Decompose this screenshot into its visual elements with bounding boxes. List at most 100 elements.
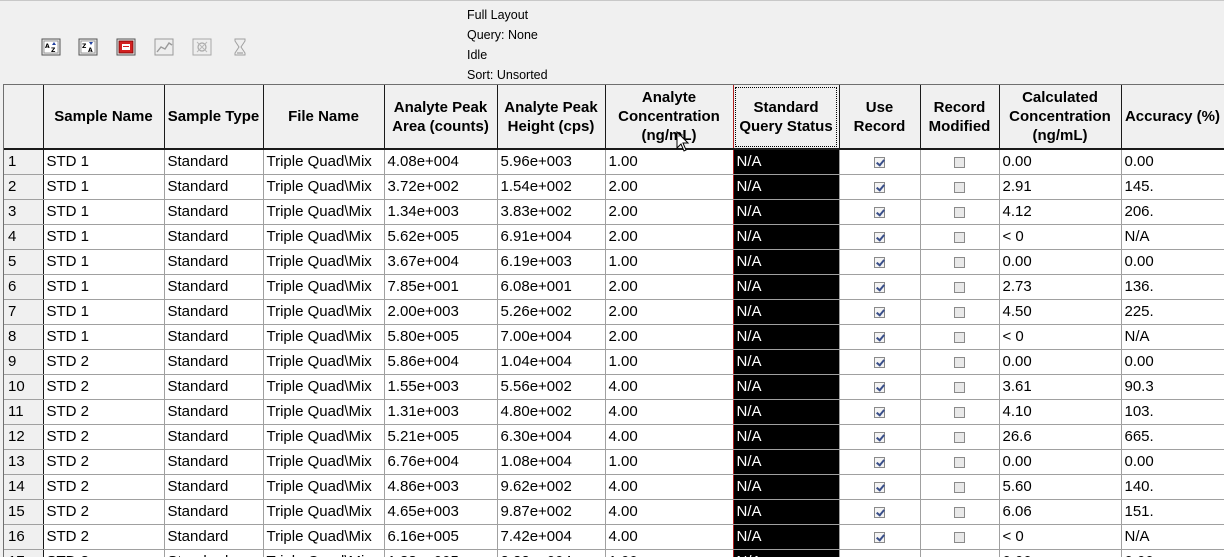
cell-calculated-concentration[interactable]: 4.12 [999, 199, 1122, 225]
cell-analyte-concentration[interactable]: 4.00 [605, 399, 734, 425]
cell-calculated-concentration[interactable]: 0.00 [999, 549, 1122, 557]
cell-peak-area[interactable]: 3.67e+004 [384, 249, 498, 275]
row-number[interactable]: 16 [4, 524, 44, 550]
cell-peak-height[interactable]: 6.08e+001 [497, 274, 606, 300]
header-standard-query-status[interactable]: Standard Query Status [733, 85, 840, 150]
cell-peak-height[interactable]: 5.56e+002 [497, 374, 606, 400]
cell-analyte-concentration[interactable]: 4.00 [605, 474, 734, 500]
cell-peak-area[interactable]: 1.38e+005 [384, 549, 498, 557]
cell-sample-type[interactable]: Standard [164, 174, 264, 200]
cell-file-name[interactable]: Triple Quad\Mix [263, 499, 385, 525]
cell-calculated-concentration[interactable]: < 0 [999, 324, 1122, 350]
cell-analyte-concentration[interactable]: 1.00 [605, 349, 734, 375]
cell-sample-type[interactable]: Standard [164, 474, 264, 500]
table-row[interactable]: 5 STD 1 Standard Triple Quad\Mix 3.67e+004 6.… [4, 249, 1224, 275]
cell-standard-query-status[interactable]: N/A [733, 399, 840, 425]
cell-accuracy[interactable]: N/A [1121, 324, 1224, 350]
cell-peak-area[interactable]: 5.21e+005 [384, 424, 498, 450]
header-calculated-concentration[interactable]: Calculated Concentration (ng/mL) [999, 85, 1122, 150]
cell-sample-type[interactable]: Standard [164, 499, 264, 525]
table-row[interactable]: 10 STD 2 Standard Triple Quad\Mix 1.55e+003 5… [4, 374, 1224, 400]
cell-sample-type[interactable]: Standard [164, 324, 264, 350]
row-number[interactable]: 11 [4, 399, 44, 425]
use-record-checkbox[interactable] [874, 181, 885, 193]
record-modified-checkbox[interactable] [954, 506, 965, 518]
cell-accuracy[interactable]: 0.00 [1121, 349, 1224, 375]
cell-accuracy[interactable]: 136. [1121, 274, 1224, 300]
header-file-name[interactable]: File Name [263, 85, 385, 150]
table-row[interactable]: 3 STD 1 Standard Triple Quad\Mix 1.34e+003 3.… [4, 199, 1224, 225]
use-record-checkbox[interactable] [874, 156, 885, 168]
cell-analyte-concentration[interactable]: 4.00 [605, 424, 734, 450]
cell-peak-area[interactable]: 6.16e+005 [384, 524, 498, 550]
cell-peak-height[interactable]: 6.30e+004 [497, 424, 606, 450]
cell-analyte-concentration[interactable]: 2.00 [605, 324, 734, 350]
cell-accuracy[interactable]: N/A [1121, 524, 1224, 550]
row-number[interactable]: 14 [4, 474, 44, 500]
sort-descending-icon[interactable]: Z A [77, 36, 99, 58]
cell-peak-height[interactable]: 1.54e+002 [497, 174, 606, 200]
cell-file-name[interactable]: Triple Quad\Mix [263, 374, 385, 400]
row-number[interactable]: 1 [4, 149, 44, 175]
cell-peak-height[interactable]: 6.91e+004 [497, 224, 606, 250]
row-number[interactable]: 10 [4, 374, 44, 400]
row-number[interactable]: 7 [4, 299, 44, 325]
report-icon[interactable] [115, 36, 137, 58]
cell-sample-name[interactable]: STD 2 [43, 349, 165, 375]
cell-sample-type[interactable]: Standard [164, 549, 264, 557]
cell-accuracy[interactable]: 225. [1121, 299, 1224, 325]
cell-sample-type[interactable]: Standard [164, 399, 264, 425]
cell-accuracy[interactable]: N/A [1121, 224, 1224, 250]
use-record-checkbox[interactable] [874, 381, 885, 393]
table-row[interactable]: 9 STD 2 Standard Triple Quad\Mix 5.86e+004 1.… [4, 349, 1224, 375]
use-record-checkbox[interactable] [874, 306, 885, 318]
record-modified-checkbox[interactable] [954, 456, 965, 468]
cell-sample-name[interactable]: STD 1 [43, 224, 165, 250]
cell-sample-name[interactable]: STD 3 [43, 549, 165, 557]
cell-peak-area[interactable]: 4.08e+004 [384, 149, 498, 175]
record-modified-checkbox[interactable] [954, 431, 965, 443]
cell-file-name[interactable]: Triple Quad\Mix [263, 549, 385, 557]
cell-peak-area[interactable]: 1.55e+003 [384, 374, 498, 400]
cell-peak-area[interactable]: 5.62e+005 [384, 224, 498, 250]
cell-calculated-concentration[interactable]: 3.61 [999, 374, 1122, 400]
row-number[interactable]: 8 [4, 324, 44, 350]
record-modified-checkbox[interactable] [954, 181, 965, 193]
cell-accuracy[interactable]: 145. [1121, 174, 1224, 200]
cell-calculated-concentration[interactable]: 6.06 [999, 499, 1122, 525]
table-row[interactable]: 14 STD 2 Standard Triple Quad\Mix 4.86e+003 9… [4, 474, 1224, 500]
cell-sample-type[interactable]: Standard [164, 349, 264, 375]
cell-peak-area[interactable]: 5.80e+005 [384, 324, 498, 350]
cell-standard-query-status[interactable]: N/A [733, 424, 840, 450]
cell-analyte-concentration[interactable]: 1.00 [605, 149, 734, 175]
row-number[interactable]: 6 [4, 274, 44, 300]
use-record-checkbox[interactable] [874, 456, 885, 468]
sort-ascending-icon[interactable]: A Z [40, 36, 62, 58]
cell-standard-query-status[interactable]: N/A [733, 449, 840, 475]
record-modified-checkbox[interactable] [954, 331, 965, 343]
cell-sample-type[interactable]: Standard [164, 299, 264, 325]
cell-sample-type[interactable]: Standard [164, 424, 264, 450]
cell-standard-query-status[interactable]: N/A [733, 224, 840, 250]
cell-calculated-concentration[interactable]: 2.73 [999, 274, 1122, 300]
cell-standard-query-status[interactable]: N/A [733, 149, 840, 175]
record-modified-checkbox[interactable] [954, 231, 965, 243]
cell-file-name[interactable]: Triple Quad\Mix [263, 149, 385, 175]
cell-peak-height[interactable]: 1.08e+004 [497, 449, 606, 475]
cell-peak-area[interactable]: 5.86e+004 [384, 349, 498, 375]
cell-sample-type[interactable]: Standard [164, 524, 264, 550]
cell-standard-query-status[interactable]: N/A [733, 199, 840, 225]
cell-accuracy[interactable]: 103. [1121, 399, 1224, 425]
cell-file-name[interactable]: Triple Quad\Mix [263, 524, 385, 550]
header-peak-height[interactable]: Analyte Peak Height (cps) [497, 85, 606, 150]
table-row[interactable]: 16 STD 2 Standard Triple Quad\Mix 6.16e+005 7… [4, 524, 1224, 550]
cell-file-name[interactable]: Triple Quad\Mix [263, 299, 385, 325]
cell-accuracy[interactable]: 151. [1121, 499, 1224, 525]
cell-standard-query-status[interactable]: N/A [733, 324, 840, 350]
cell-peak-height[interactable]: 6.19e+003 [497, 249, 606, 275]
cell-standard-query-status[interactable]: N/A [733, 174, 840, 200]
table-row[interactable]: 2 STD 1 Standard Triple Quad\Mix 3.72e+002 1.… [4, 174, 1224, 200]
record-modified-checkbox[interactable] [954, 256, 965, 268]
cell-file-name[interactable]: Triple Quad\Mix [263, 274, 385, 300]
cell-accuracy[interactable]: 0.00 [1121, 549, 1224, 557]
